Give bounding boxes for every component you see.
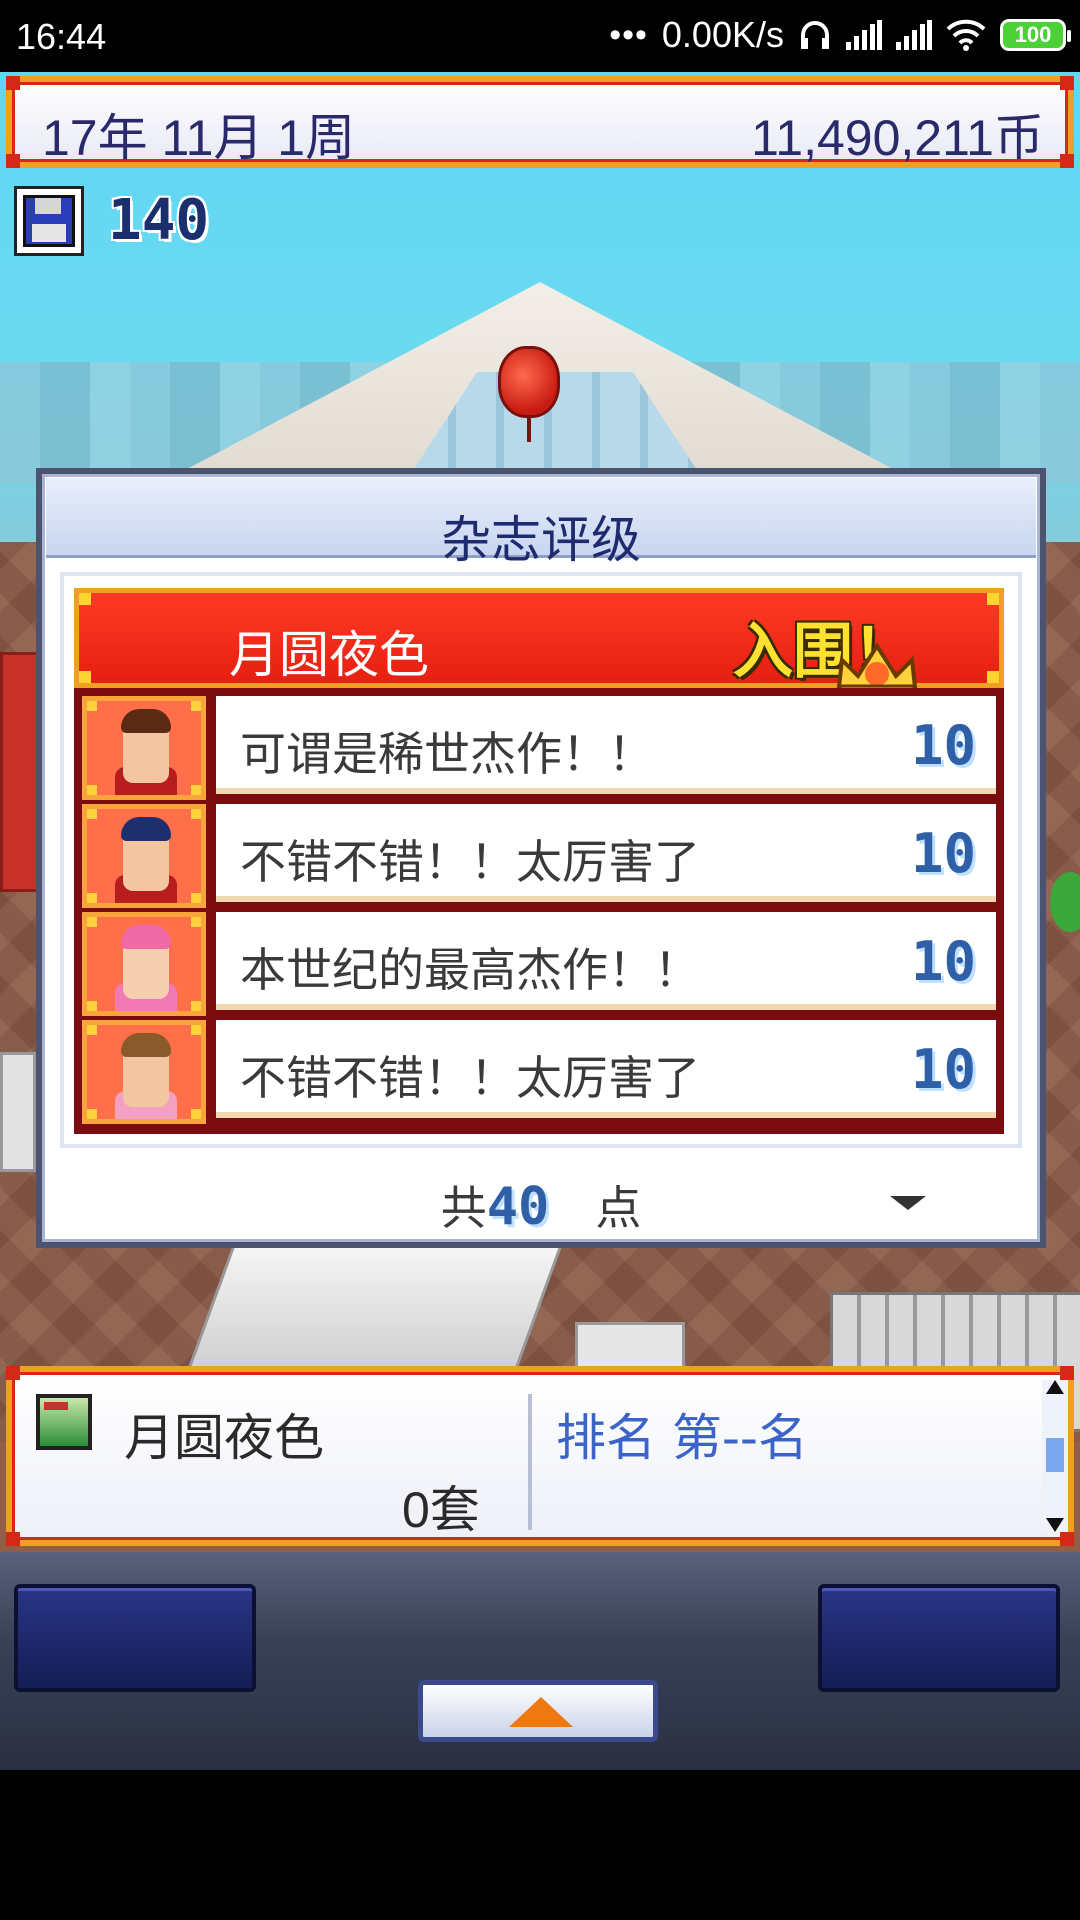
frame-corner <box>6 1366 20 1380</box>
frame-corner <box>6 1532 20 1546</box>
review-score: 10 <box>910 1038 976 1101</box>
rank-text: 排名 第--名 <box>556 1409 808 1467</box>
review-comment: 本世纪的最高杰作！！ <box>240 943 700 997</box>
review-comment-box: 可谓是稀世杰作！！ 10 <box>216 696 996 794</box>
frame-corner <box>6 76 20 90</box>
review-comment: 不错不错！！太厉害了 <box>240 1051 700 1105</box>
review-row: 不错不错！！太厉害了 10 <box>82 804 996 908</box>
critic-hair <box>121 817 171 841</box>
control-area <box>0 1552 1080 1770</box>
floppy-disk-icon[interactable] <box>14 186 84 256</box>
copies-count: 0套 <box>402 1482 480 1538</box>
right-control-button[interactable] <box>818 1584 1060 1692</box>
frame-corner <box>987 593 999 605</box>
frame-corner <box>987 671 999 683</box>
review-comment-box: 不错不错！！太厉害了 10 <box>216 1020 996 1118</box>
critic-portrait <box>82 696 206 800</box>
battery-icon: 100 <box>1000 19 1071 51</box>
critic-portrait <box>82 804 206 908</box>
info-magazine-name: 月圆夜色 <box>124 1409 324 1467</box>
total-prefix: 共 <box>440 1181 487 1235</box>
top-info-bar: 17年 11月 1周 11,490,211币 <box>6 76 1074 168</box>
critic-hair <box>121 709 171 733</box>
review-comment: 不错不错！！太厉害了 <box>240 835 700 889</box>
frame-corner <box>1060 1532 1074 1546</box>
review-comment-box: 不错不错！！太厉害了 10 <box>216 804 996 902</box>
signal-icon-1 <box>846 20 882 50</box>
review-score: 10 <box>910 714 976 777</box>
status-time: 16:44 <box>16 16 107 57</box>
red-lantern-icon <box>498 346 560 418</box>
desk <box>186 1242 564 1372</box>
frame-corner <box>1060 154 1074 168</box>
panel-divider <box>528 1394 532 1530</box>
scroll-thumb[interactable] <box>1046 1438 1064 1472</box>
game-date: 17年 11月 1周 <box>42 110 356 166</box>
review-comment: 可谓是稀世杰作！！ <box>240 727 654 781</box>
frame-corner <box>79 671 91 683</box>
signal-icon-2 <box>896 20 932 50</box>
status-bar: 16:44 ••• 0.00K/s 100 <box>0 0 1080 72</box>
critic-portrait <box>82 1020 206 1124</box>
review-row: 本世纪的最高杰作！！ 10 <box>82 912 996 1016</box>
frame-corner <box>6 154 20 168</box>
wifi-icon <box>946 19 986 51</box>
critic-hair <box>121 925 171 949</box>
review-row: 不错不错！！太厉害了 10 <box>82 1020 996 1124</box>
cabinet <box>0 1052 36 1172</box>
money-counter: 11,490,211币 <box>751 110 1044 166</box>
magazine-name: 月圆夜色 <box>229 626 429 684</box>
critic-portrait <box>82 912 206 1016</box>
review-comment-box: 本世纪的最高杰作！！ 10 <box>216 912 996 1010</box>
total-suffix: 点 <box>595 1181 642 1235</box>
review-row: 可谓是稀世杰作！！ 10 <box>82 696 996 800</box>
review-list: 可谓是稀世杰作！！ 10 不错不错！！太厉害了 10 本世纪的最高杰作！！ 10… <box>74 688 1004 1134</box>
critic-hair <box>121 1033 171 1057</box>
left-control-button[interactable] <box>14 1584 256 1692</box>
frame-corner <box>1060 1366 1074 1380</box>
dialog-header: 杂志评级 <box>46 478 1036 569</box>
frame-corner <box>79 593 91 605</box>
dialog-title: 杂志评级 <box>441 511 641 569</box>
frame-corner <box>1060 76 1074 90</box>
magazine-rating-dialog[interactable]: 杂志评级 月圆夜色 入围！ 可谓是稀世杰作！！ 10 不错不错！！太厉害了 10… <box>36 468 1046 1248</box>
magazine-info-panel[interactable]: 月圆夜色 0套 排名 第--名 <box>6 1366 1074 1546</box>
headphones-icon <box>801 21 829 49</box>
more-dots-icon: ••• <box>609 15 648 54</box>
up-arrow-icon <box>509 1697 573 1727</box>
rating-panel: 月圆夜色 入围！ 可谓是稀世杰作！！ 10 不错不错！！太厉害了 10 本世纪的… <box>60 572 1022 1148</box>
status-icons: ••• 0.00K/s 100 <box>609 14 1071 56</box>
scroll-down-icon[interactable] <box>1046 1518 1064 1532</box>
save-counter: 140 <box>108 188 210 253</box>
info-scrollbar[interactable] <box>1042 1380 1068 1532</box>
scroll-up-icon[interactable] <box>1046 1380 1064 1394</box>
magazine-cover-icon <box>36 1394 92 1450</box>
expand-menu-button[interactable] <box>418 1680 658 1742</box>
continue-arrow-icon[interactable] <box>890 1196 926 1210</box>
review-score: 10 <box>910 930 976 993</box>
total-points-value: 40 <box>486 1177 550 1237</box>
review-score: 10 <box>910 822 976 885</box>
net-speed: 0.00K/s <box>661 14 784 55</box>
